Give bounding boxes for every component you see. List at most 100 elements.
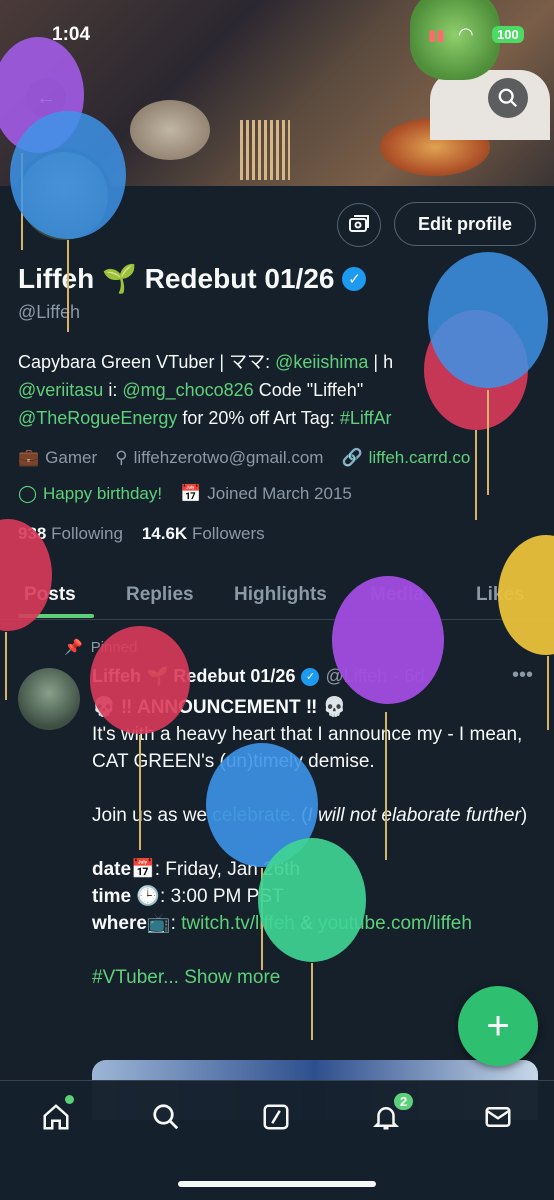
post-text-span: ) bbox=[520, 805, 528, 826]
bio-mention-rogueenergy[interactable]: @TheRogueEnergy bbox=[18, 408, 177, 428]
profile-handle: @Liffeh bbox=[18, 302, 80, 322]
money-icon bbox=[349, 215, 369, 232]
profile-email: liffehzerotwo@gmail.com bbox=[133, 448, 324, 467]
profile-category: Gamer bbox=[45, 448, 98, 467]
tab-highlights[interactable]: Highlights bbox=[234, 576, 327, 614]
home-notification-dot bbox=[65, 1095, 74, 1104]
where-amp: & bbox=[294, 913, 319, 934]
birthday-text[interactable]: Happy birthday! bbox=[43, 484, 162, 504]
search-icon bbox=[153, 1104, 179, 1130]
search-button[interactable] bbox=[488, 78, 528, 118]
profile-meta-row-1: 💼 Gamer ⚲ liffehzerotwo@gmail.com 🔗 liffeh.… bbox=[18, 448, 470, 468]
date-label: date📅 bbox=[92, 859, 155, 880]
link-icon: 🔗 bbox=[341, 448, 363, 467]
bio-hashtag[interactable]: #LiffAr bbox=[340, 408, 392, 428]
profile-name: Liffeh 🌱 Redebut 01/26 ✓ bbox=[18, 262, 367, 295]
calendar-icon: 📅 bbox=[180, 484, 202, 503]
grok-icon bbox=[263, 1104, 289, 1130]
bio-text: i: bbox=[103, 380, 123, 400]
post-author-handle: @Liffeh bbox=[325, 666, 388, 686]
following-count: 938 bbox=[18, 524, 47, 543]
bio-mention-veriitasu[interactable]: @veriitasu bbox=[18, 380, 103, 400]
celebrate-link[interactable]: celebrate bbox=[212, 805, 290, 826]
post-text-span: Join us as we bbox=[92, 805, 213, 826]
where-label: where📺 bbox=[92, 913, 171, 934]
banner-chopsticks bbox=[240, 120, 290, 180]
post-avatar[interactable] bbox=[18, 668, 80, 730]
pin-icon: 📌 bbox=[64, 639, 83, 656]
followers-label: Followers bbox=[191, 524, 265, 543]
following-link[interactable]: 938 Following bbox=[18, 524, 123, 543]
post-text[interactable]: 💀 ‼ ANNOUNCEMENT ‼ 💀 It's with a heavy h… bbox=[92, 694, 540, 991]
status-bar: 1:04 ▮▮ ◠ 100 bbox=[0, 22, 554, 52]
post-where-line: where📺: twitch.tv/liffeh & youtube.com/l… bbox=[92, 910, 540, 937]
profile-website-link[interactable]: liffeh.carrd.co bbox=[369, 448, 471, 468]
bio-text: Code "Liffeh" bbox=[253, 380, 364, 400]
mail-icon bbox=[485, 1107, 511, 1127]
arrow-left-icon: ← bbox=[36, 86, 56, 109]
home-icon bbox=[43, 1104, 69, 1130]
active-tab-indicator bbox=[18, 614, 94, 618]
verified-badge-icon: ✓ bbox=[301, 667, 320, 686]
banner-bowl bbox=[130, 100, 210, 160]
tab-likes[interactable]: Likes bbox=[476, 576, 525, 614]
post-paragraph: Join us as we celebrate. (I will not ela… bbox=[92, 802, 540, 829]
compose-button[interactable]: + bbox=[458, 986, 538, 1066]
post-italic: I will not elaborate further bbox=[307, 805, 521, 826]
battery-indicator: 100 bbox=[492, 26, 524, 43]
followers-link[interactable]: 14.6K Followers bbox=[142, 524, 265, 543]
search-icon bbox=[498, 88, 518, 108]
nav-grok[interactable] bbox=[256, 1097, 296, 1137]
tab-posts[interactable]: Posts bbox=[24, 576, 76, 614]
bio-mention-keiishima[interactable]: @keiishima bbox=[275, 352, 368, 372]
nav-messages[interactable] bbox=[478, 1097, 518, 1137]
bio-mention-mg-choco[interactable]: @mg_choco826 bbox=[122, 380, 253, 400]
edit-profile-button[interactable]: Edit profile bbox=[394, 202, 536, 246]
location-pin-icon: ⚲ bbox=[115, 448, 128, 467]
nav-search[interactable] bbox=[146, 1097, 186, 1137]
post-headline: 💀 ‼ ANNOUNCEMENT ‼ 💀 bbox=[92, 697, 347, 718]
pinned-indicator: 📌 Pinned bbox=[64, 638, 138, 657]
post-age: · 6d bbox=[393, 666, 425, 686]
date-value: : Friday, Jan 26th bbox=[154, 859, 301, 880]
following-label: Following bbox=[51, 524, 123, 543]
back-button[interactable]: ← bbox=[26, 78, 66, 118]
time-value: : 3:00 PM PST bbox=[160, 886, 284, 907]
profile-avatar[interactable] bbox=[16, 148, 112, 244]
profile-meta-row-2: ◯ Happy birthday! 📅 Joined March 2015 bbox=[18, 484, 352, 504]
profile-name-text: Liffeh 🌱 Redebut 01/26 bbox=[18, 263, 335, 294]
post-text-span: . ( bbox=[290, 805, 308, 826]
post-time-line: time 🕒: 3:00 PM PST bbox=[92, 883, 540, 910]
bio-text: Capybara Green VTuber | ママ: bbox=[18, 352, 276, 372]
balloon-icon: ◯ bbox=[18, 484, 38, 503]
briefcase-icon: 💼 bbox=[18, 448, 40, 467]
subscriptions-button[interactable] bbox=[337, 203, 381, 247]
more-options-icon[interactable]: ••• bbox=[512, 664, 533, 687]
post-footer-line: #VTuber... Show more bbox=[92, 964, 540, 991]
twitch-link[interactable]: twitch.tv/liffeh bbox=[181, 913, 295, 934]
profile-tabs: Posts Replies Highlights Media Likes bbox=[0, 570, 554, 620]
post-author-name[interactable]: Liffeh 🌱 Redebut 01/26 bbox=[92, 666, 295, 687]
status-time: 1:04 bbox=[52, 24, 91, 45]
show-more-link[interactable]: ... Show more bbox=[163, 967, 280, 988]
joined-date: Joined March 2015 bbox=[207, 484, 352, 503]
notification-badge: 2 bbox=[394, 1093, 414, 1110]
follow-stats: 938 Following 14.6K Followers bbox=[18, 524, 265, 544]
youtube-link[interactable]: youtube.com/liffeh bbox=[318, 913, 472, 934]
plus-icon: + bbox=[486, 1003, 510, 1048]
bio-text: for 20% off Art Tag: bbox=[177, 408, 340, 428]
tab-replies[interactable]: Replies bbox=[126, 576, 194, 614]
post-paragraph: It's with a heavy heart that I announce … bbox=[92, 724, 523, 772]
post-header: Liffeh 🌱 Redebut 01/26 ✓ @Liffeh · 6d bbox=[92, 666, 424, 687]
vtuber-hashtag[interactable]: #VTuber bbox=[92, 967, 163, 988]
signal-icon: ▮▮ bbox=[428, 27, 445, 44]
wifi-icon: ◠ bbox=[458, 24, 474, 44]
verified-badge-icon[interactable]: ✓ bbox=[342, 266, 367, 291]
home-indicator bbox=[178, 1181, 376, 1187]
post-date-line: date📅: Friday, Jan 26th bbox=[92, 856, 540, 883]
time-label: time 🕒 bbox=[92, 886, 161, 907]
pinned-label: Pinned bbox=[90, 638, 138, 656]
followers-count: 14.6K bbox=[141, 524, 188, 543]
where-sep: : bbox=[170, 913, 182, 934]
tab-media[interactable]: Media bbox=[370, 576, 424, 614]
